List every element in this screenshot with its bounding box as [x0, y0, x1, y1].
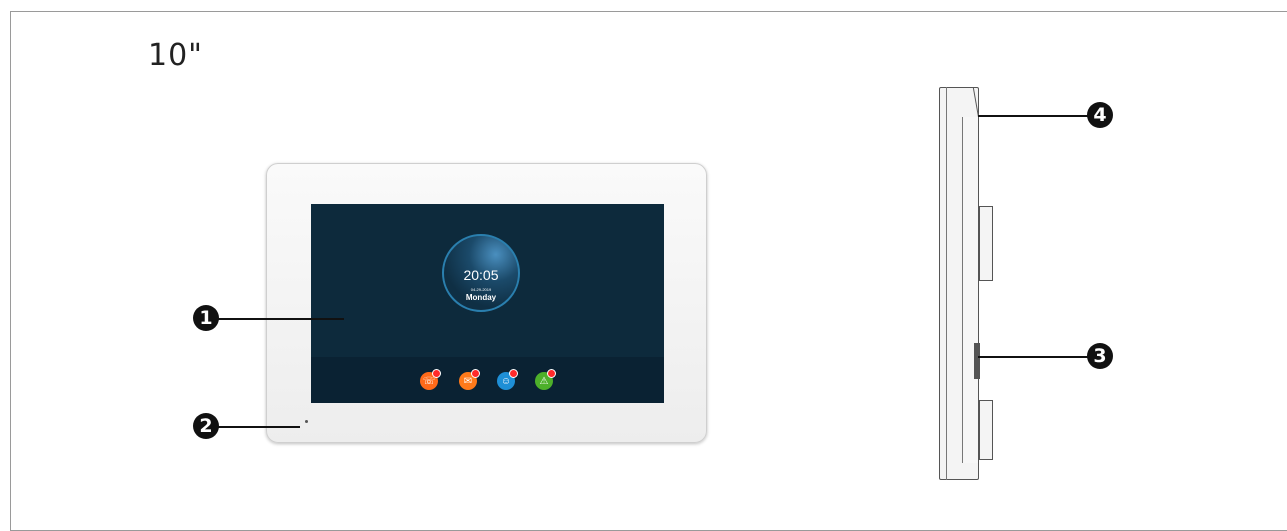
- mounting-bracket-lower: [979, 400, 993, 460]
- screen-app-bar: [311, 357, 664, 403]
- person-icon: ☺: [497, 369, 518, 390]
- leader-line-1: [206, 318, 344, 320]
- clock-time: 20:05: [463, 267, 499, 283]
- leader-line-4: [978, 115, 1100, 117]
- phone-call-icon: ☏: [420, 369, 441, 390]
- monitor-side-front-edge: [939, 87, 947, 480]
- microphone-hole: [305, 420, 308, 423]
- notification-badge: [547, 369, 556, 378]
- monitor-side-back: [962, 117, 979, 463]
- alarm-icon: ⚠: [535, 369, 556, 390]
- callout-4: 4: [1087, 102, 1113, 128]
- message-icon: ✉: [459, 369, 480, 390]
- notification-badge: [471, 369, 480, 378]
- callout-3: 3: [1087, 343, 1113, 369]
- touch-screen: 20:05 04-29-2019 Monday ☏ ✉ ☺ ⚠: [311, 204, 664, 403]
- clock-date: 04-29-2019: [470, 287, 492, 292]
- leader-line-2: [206, 426, 300, 428]
- leader-line-3: [978, 356, 1100, 358]
- mounting-bracket-upper: [979, 206, 993, 281]
- callout-2: 2: [193, 413, 219, 439]
- side-slot: [974, 343, 980, 379]
- screen-size-label: 10": [148, 38, 203, 73]
- notification-badge: [509, 369, 518, 378]
- notification-badge: [432, 369, 441, 378]
- clock-day: Monday: [465, 293, 497, 302]
- callout-1: 1: [193, 305, 219, 331]
